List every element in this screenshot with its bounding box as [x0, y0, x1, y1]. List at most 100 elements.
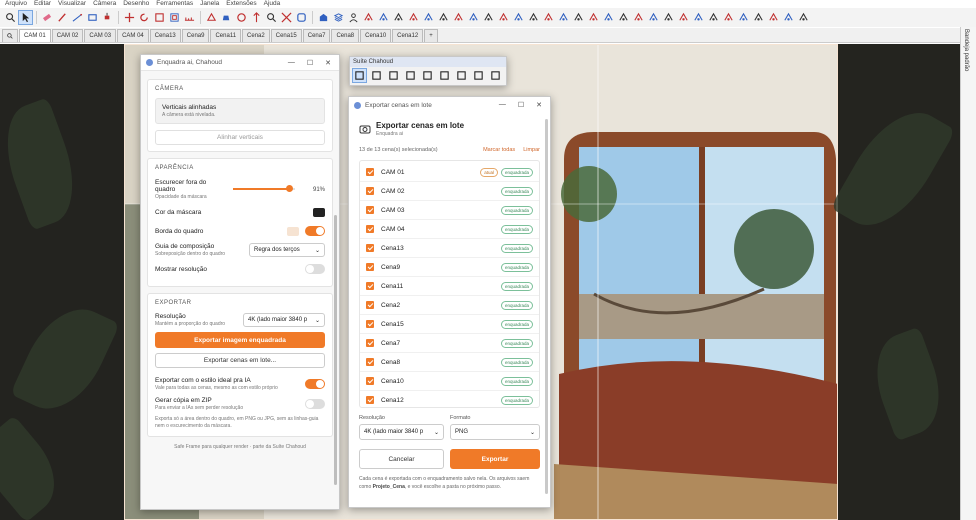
- extension-tool-icon[interactable]: [422, 11, 435, 24]
- extension-tool-icon[interactable]: [482, 11, 495, 24]
- tab-cam-02[interactable]: CAM 02: [51, 29, 84, 42]
- extension-tool-icon[interactable]: [677, 11, 690, 24]
- menu-ferramentas[interactable]: Ferramentas: [156, 0, 193, 8]
- border-toggle[interactable]: [305, 226, 325, 236]
- search-icon[interactable]: [4, 11, 17, 24]
- select-arrow-icon[interactable]: [18, 10, 33, 25]
- maximize-button[interactable]: ☐: [518, 101, 524, 109]
- menu-camera[interactable]: Câmera: [93, 0, 116, 8]
- tab-cam-01[interactable]: CAM 01: [19, 29, 51, 42]
- minimize-button[interactable]: —: [499, 101, 506, 109]
- scene-list-item[interactable]: Cena8 enquadrada: [360, 353, 539, 372]
- extension-tool-icon[interactable]: [542, 11, 555, 24]
- scene-list-item[interactable]: Cena12 enquadrada: [360, 391, 539, 407]
- scene-list-item[interactable]: CAM 04 enquadrada: [360, 220, 539, 239]
- extension-tool-icon[interactable]: [557, 11, 570, 24]
- batch-export-button[interactable]: Exportar cenas em lote...: [155, 353, 325, 368]
- default-tray[interactable]: Bandeja padrão: [960, 27, 976, 520]
- export-framed-image-button[interactable]: Exportar imagem enquadrada: [155, 332, 325, 348]
- toilet-icon[interactable]: [421, 69, 434, 82]
- extension-tool-icon[interactable]: [407, 11, 420, 24]
- ai-style-toggle[interactable]: [305, 379, 325, 389]
- scene-checkbox[interactable]: [366, 187, 374, 195]
- scene-checkbox[interactable]: [366, 282, 374, 290]
- extension-tool-icon[interactable]: [572, 11, 585, 24]
- tab-cena12[interactable]: Cena12: [392, 29, 424, 42]
- scene-list-item[interactable]: Cena11 enquadrada: [360, 277, 539, 296]
- tab-cena10[interactable]: Cena10: [360, 29, 392, 42]
- extension-tool-icon[interactable]: [662, 11, 675, 24]
- extension-tool-icon[interactable]: [797, 11, 810, 24]
- tab-search-icon[interactable]: [2, 29, 18, 42]
- extension-tool-icon[interactable]: [497, 11, 510, 24]
- tab-cam-03[interactable]: CAM 03: [84, 29, 117, 42]
- warehouse-icon[interactable]: [317, 11, 330, 24]
- scene-checkbox[interactable]: [366, 263, 374, 271]
- extension-tool-icon[interactable]: [752, 11, 765, 24]
- extension-tool-icon[interactable]: [602, 11, 615, 24]
- extension-tool-icon[interactable]: [527, 11, 540, 24]
- sliders-icon[interactable]: [370, 69, 383, 82]
- menu-editar[interactable]: Editar: [34, 0, 51, 8]
- line-icon[interactable]: [71, 11, 84, 24]
- guide-select[interactable]: Regra dos terços ⌄: [249, 243, 325, 257]
- scene-list-item[interactable]: Cena2 enquadrada: [360, 296, 539, 315]
- tree-icon[interactable]: [489, 69, 502, 82]
- extension-tool-icon[interactable]: [452, 11, 465, 24]
- safe-frame-icon[interactable]: [352, 68, 367, 83]
- extension-tool-icon[interactable]: [692, 11, 705, 24]
- mask-color-swatch[interactable]: [313, 207, 325, 217]
- scene-checkbox[interactable]: [366, 168, 374, 176]
- extension-tool-icon[interactable]: [632, 11, 645, 24]
- dialog-format-select[interactable]: PNG ⌄: [450, 424, 540, 440]
- push-pull-icon[interactable]: [101, 11, 114, 24]
- scene-list-item[interactable]: Cena9 enquadrada: [360, 258, 539, 277]
- menu-desenho[interactable]: Desenho: [123, 0, 149, 8]
- scene-checkbox[interactable]: [366, 320, 374, 328]
- lamp-icon[interactable]: [404, 69, 417, 82]
- extension-tool-icon[interactable]: [707, 11, 720, 24]
- orbit-icon[interactable]: [235, 11, 248, 24]
- extension-tool-icon[interactable]: [377, 11, 390, 24]
- tab-cena8[interactable]: Cena8: [331, 29, 360, 42]
- broom-icon[interactable]: [472, 69, 485, 82]
- export-button[interactable]: Exportar: [450, 449, 540, 469]
- cancel-button[interactable]: Cancelar: [359, 449, 444, 469]
- layers-icon[interactable]: [332, 11, 345, 24]
- paint-bucket-icon[interactable]: [220, 11, 233, 24]
- tab-cena11[interactable]: Cena11: [210, 29, 242, 42]
- show-resolution-toggle[interactable]: [305, 264, 325, 274]
- tape-measure-icon[interactable]: [183, 11, 196, 24]
- extension-tool-icon[interactable]: [392, 11, 405, 24]
- scene-list-item[interactable]: Cena7 enquadrada: [360, 334, 539, 353]
- film-icon[interactable]: [438, 69, 451, 82]
- extension-tool-icon[interactable]: [362, 11, 375, 24]
- extension-tool-icon[interactable]: [647, 11, 660, 24]
- resolution-select[interactable]: 4K (lado maior 3840 p ⌄: [243, 313, 325, 327]
- tab-cena13[interactable]: Cena13: [149, 29, 181, 42]
- scene-list-item[interactable]: Cena10 enquadrada: [360, 372, 539, 391]
- extension-tool-icon[interactable]: [467, 11, 480, 24]
- extension-tool-icon[interactable]: [782, 11, 795, 24]
- brush-icon[interactable]: [455, 69, 468, 82]
- component-icon[interactable]: [295, 11, 308, 24]
- pan-icon[interactable]: [250, 11, 263, 24]
- pencil-icon[interactable]: [56, 11, 69, 24]
- border-color-swatch[interactable]: [287, 226, 299, 236]
- offset-icon[interactable]: [168, 11, 181, 24]
- extension-tool-icon[interactable]: [737, 11, 750, 24]
- align-verticals-button[interactable]: Alinhar verticais: [155, 130, 325, 145]
- eraser-icon[interactable]: [41, 11, 54, 24]
- maximize-button[interactable]: ☐: [307, 59, 313, 67]
- extension-tool-icon[interactable]: [617, 11, 630, 24]
- tab-cena7[interactable]: Cena7: [302, 29, 331, 42]
- scene-list-item[interactable]: CAM 01 atual enquadrada: [360, 163, 539, 182]
- panel-scrollbar[interactable]: [334, 215, 337, 485]
- zip-toggle[interactable]: [305, 399, 325, 409]
- scene-checkbox[interactable]: [366, 301, 374, 309]
- menu-extensoes[interactable]: Extensões: [226, 0, 256, 8]
- extension-tool-icon[interactable]: [437, 11, 450, 24]
- extension-tool-icon[interactable]: [512, 11, 525, 24]
- menu-ajuda[interactable]: Ajuda: [264, 0, 281, 8]
- extension-tool-icon[interactable]: [587, 11, 600, 24]
